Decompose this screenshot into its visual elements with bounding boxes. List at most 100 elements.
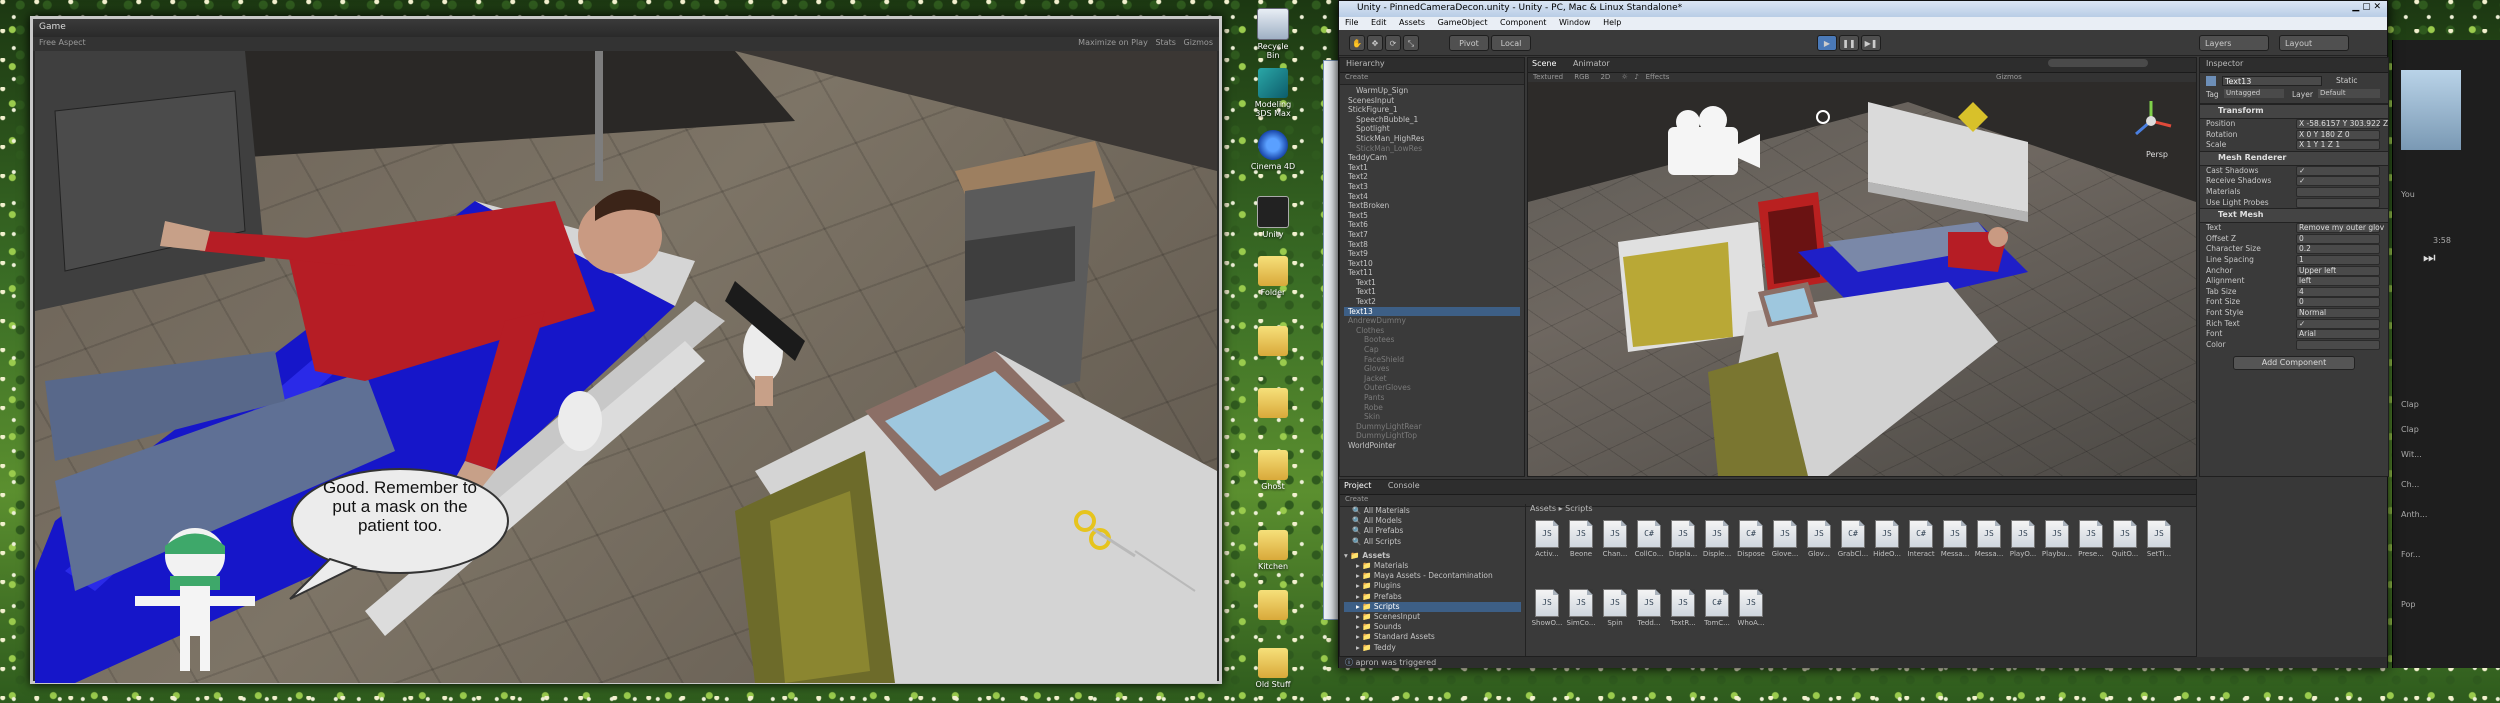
property-field[interactable] <box>2296 186 2380 197</box>
hierarchy-item[interactable]: Text3 <box>1344 182 1520 192</box>
property-field[interactable]: Remove my outer glov <box>2296 223 2384 234</box>
hierarchy-item[interactable]: TextBroken <box>1344 201 1520 211</box>
hierarchy-item[interactable]: Text6 <box>1344 220 1520 230</box>
script-asset[interactable]: JS WhoA... <box>1734 589 1768 650</box>
layers-dropdown[interactable]: Layers <box>2199 35 2269 51</box>
asset-folder[interactable]: ▸ 📁 Maya Assets - Decontamination <box>1344 571 1521 581</box>
script-asset[interactable]: JS Messa... <box>1938 520 1972 581</box>
game-tab[interactable]: Game <box>33 19 1219 37</box>
hierarchy-item[interactable]: Bootees <box>1344 335 1520 345</box>
script-asset[interactable]: JS Disple... <box>1700 520 1734 581</box>
aspect-dropdown[interactable]: Free Aspect <box>39 38 86 47</box>
hierarchy-item[interactable]: Robe <box>1344 403 1520 413</box>
menu-gameobject[interactable]: GameObject <box>1438 18 1488 27</box>
window-controls[interactable]: ▁ ▢ ✕ <box>2352 2 2381 12</box>
script-asset[interactable]: JS TextR... <box>1666 589 1700 650</box>
media-list-item[interactable]: Wit... <box>2401 450 2422 459</box>
hierarchy-item[interactable]: DummyLightTop <box>1344 431 1520 441</box>
hierarchy-item[interactable]: Text10 <box>1344 259 1520 269</box>
hierarchy-item[interactable]: Text4 <box>1344 192 1520 202</box>
property-field[interactable]: X -58.6157 Y 303.922 Z 18.9574 <box>2296 119 2388 129</box>
desktop-icon-folder-3[interactable] <box>1250 388 1296 420</box>
asset-folder[interactable]: ▸ 📁 Teddy <box>1344 643 1521 653</box>
hierarchy-item[interactable]: Text8 <box>1344 240 1520 250</box>
hierarchy-item[interactable]: Text9 <box>1344 249 1520 259</box>
hierarchy-item[interactable]: Gloves <box>1344 364 1520 374</box>
hierarchy-item[interactable]: Text2 <box>1344 172 1520 182</box>
hierarchy-item[interactable]: Jacket <box>1344 374 1520 384</box>
media-list-item[interactable]: Clap <box>2401 425 2419 434</box>
hierarchy-create-button[interactable]: Create <box>1340 73 1524 85</box>
menu-window[interactable]: Window <box>1559 18 1591 27</box>
favorite-item[interactable]: 🔍 All Scripts <box>1344 537 1521 547</box>
script-asset[interactable]: JS Messa... <box>1972 520 2006 581</box>
menu-component[interactable]: Component <box>1500 18 1546 27</box>
media-player-window[interactable]: You 3:58 ⏭ Clap Clap Wit... Ch... Anth..… <box>2392 40 2500 668</box>
hierarchy-item[interactable]: Skin <box>1344 412 1520 422</box>
script-asset[interactable]: JS Glov... <box>1802 520 1836 581</box>
hierarchy-item[interactable]: Text1 <box>1344 163 1520 173</box>
script-asset[interactable]: JS ShowO... <box>1530 589 1564 650</box>
hierarchy-item[interactable]: Text1 <box>1344 287 1520 297</box>
property-field[interactable] <box>2296 339 2380 350</box>
hierarchy-item[interactable]: StickMan_LowRes <box>1344 144 1520 154</box>
script-asset[interactable]: C# TomC... <box>1700 589 1734 650</box>
script-asset[interactable]: JS HideO... <box>1870 520 1904 581</box>
hierarchy-item[interactable]: Text7 <box>1344 230 1520 240</box>
scale-tool-button[interactable]: ⤡ <box>1403 35 1419 51</box>
menu-assets[interactable]: Assets <box>1399 18 1425 27</box>
inspector-panel[interactable]: Inspector Text13 Static Tag Untagged Lay… <box>2199 57 2389 477</box>
move-tool-button[interactable]: ✥ <box>1367 35 1383 51</box>
property-field[interactable]: 4 <box>2296 286 2380 297</box>
object-name-field[interactable]: Text13 <box>2222 76 2322 86</box>
hierarchy-item[interactable]: ScenesInput <box>1344 96 1520 106</box>
game-window[interactable]: Game Free Aspect Maximize on Play Stats … <box>30 16 1222 684</box>
script-asset[interactable]: JS QuitO... <box>2108 520 2142 581</box>
hierarchy-item[interactable]: WorldPointer <box>1344 441 1520 451</box>
gizmos-toggle[interactable]: Gizmos <box>1184 38 1213 47</box>
script-grid[interactable]: JS Activ... JS Beone JS Chan... C# CollCo... JS D… <box>1530 520 2194 650</box>
script-asset[interactable]: JS Chan... <box>1598 520 1632 581</box>
play-button[interactable]: ▶ <box>1817 35 1837 51</box>
desktop-icon-folder-4[interactable]: Ghost <box>1250 450 1296 491</box>
step-button[interactable]: ▶❚ <box>1861 35 1881 51</box>
hierarchy-item[interactable]: SpeechBubble_1 <box>1344 115 1520 125</box>
hand-tool-button[interactable]: ✋ <box>1349 35 1365 51</box>
hierarchy-item[interactable]: TeddyCam <box>1344 153 1520 163</box>
favorite-item[interactable]: 🔍 All Prefabs <box>1344 526 1521 536</box>
tab-scene[interactable]: Scene <box>1532 59 1556 68</box>
shading-dropdown[interactable]: Textured <box>1533 73 1563 81</box>
script-asset[interactable]: C# Dispose <box>1734 520 1768 581</box>
menu-file[interactable]: File <box>1345 18 1358 27</box>
project-folder-tree[interactable]: 🔍 All Materials 🔍 All Models 🔍 All Prefabs… <box>1340 504 1526 656</box>
property-field[interactable]: 1 <box>2296 254 2380 265</box>
property-field[interactable]: left <box>2296 276 2380 287</box>
script-asset[interactable]: JS SimCo... <box>1564 589 1598 650</box>
pivot-toggle[interactable]: Pivot <box>1449 35 1489 51</box>
project-panel[interactable]: Project Console Create 🔍 All Materials 🔍 … <box>1339 479 2197 657</box>
effects-dropdown[interactable]: Effects <box>1646 73 1670 81</box>
hierarchy-item[interactable]: Text5 <box>1344 211 1520 221</box>
script-asset[interactable]: JS SetTi... <box>2142 520 2176 581</box>
property-field[interactable]: X 0 Y 180 Z 0 <box>2296 129 2380 140</box>
script-asset[interactable]: C# CollCo... <box>1632 520 1666 581</box>
lighting-icon[interactable]: ☼ <box>1621 73 1627 81</box>
property-field[interactable]: ✓ <box>2296 176 2380 187</box>
render-mode-dropdown[interactable]: RGB <box>1574 73 1589 81</box>
script-asset[interactable]: JS Activ... <box>1530 520 1564 581</box>
tag-dropdown[interactable]: Untagged <box>2224 89 2284 98</box>
layout-dropdown[interactable]: Layout <box>2279 35 2349 51</box>
persp-label[interactable]: Persp <box>2146 150 2168 159</box>
scene-search-input[interactable] <box>2048 59 2148 67</box>
script-asset[interactable]: JS PlayO... <box>2006 520 2040 581</box>
favorite-item[interactable]: 🔍 All Models <box>1344 516 1521 526</box>
desktop-icon-unity[interactable]: Unity <box>1250 196 1296 239</box>
hierarchy-item[interactable]: DummyLightRear <box>1344 422 1520 432</box>
pause-button[interactable]: ❚❚ <box>1839 35 1859 51</box>
desktop-icon-folder-2[interactable] <box>1250 326 1296 358</box>
hierarchy-item[interactable]: WarmUp_Sign <box>1344 86 1520 96</box>
property-field[interactable]: Arial <box>2296 329 2380 340</box>
media-list-item[interactable]: Pop <box>2401 600 2416 609</box>
hierarchy-item[interactable]: AndrewDummy <box>1344 316 1520 326</box>
media-list-item[interactable]: For... <box>2401 550 2420 559</box>
